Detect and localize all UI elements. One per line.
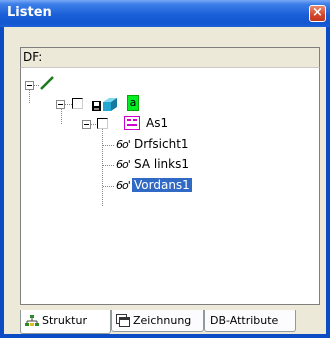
as1-collapse-toggle[interactable] [82,120,91,129]
tab-struktur[interactable]: Struktur [20,310,111,334]
close-button[interactable]: × [309,5,326,22]
tree-connector [29,90,30,104]
window-frame-right [326,27,330,338]
tree-connector [61,109,62,124]
tab-struktur-label: Struktur [42,314,87,327]
level1-collapse-toggle[interactable] [56,100,65,109]
as1-checkbox[interactable] [97,118,108,129]
glasses-icon: 6o' [116,158,131,171]
title-bar[interactable]: Listen × [0,0,330,27]
pen-line-icon [40,76,54,90]
layer-list-icon [124,116,140,130]
structure-icon [25,315,39,326]
listen-window: Listen × DF: a As1 6o' Drfsicht1 6o' SA … [0,0,330,338]
df-label: DF: [23,50,43,64]
window-content: DF: a As1 6o' Drfsicht1 6o' SA links1 6o… [4,27,326,334]
df-header: DF: [20,47,320,67]
tree-connector [65,104,72,105]
close-icon: × [312,5,323,20]
tree-connector [102,129,103,206]
glasses-icon: 6o' [116,138,131,151]
window-title: Listen [7,5,52,20]
tree-connector [103,165,115,166]
tree-item-as1[interactable]: As1 [144,116,170,130]
tree-item-drfsicht1[interactable]: Drfsicht1 [132,137,191,151]
tree-connector [103,145,115,146]
tree-item-vordans1[interactable]: Vordans1 [132,178,192,192]
drawing-window-icon [116,314,130,327]
tab-db-attribute-label: DB-Attribute [210,314,279,327]
root-collapse-toggle[interactable] [25,81,34,90]
tab-db-attribute[interactable]: DB-Attribute [204,310,296,332]
level1-checkbox[interactable] [72,98,83,109]
green-badge: a [127,95,139,111]
tab-strip: Struktur Zeichnung DB-Attribute [20,310,320,334]
window-frame-bottom [0,334,330,338]
save-cube-icon [92,98,117,111]
tree-item-sa-links1[interactable]: SA links1 [132,157,191,171]
tree-connector [103,186,115,187]
glasses-icon: 6o' [116,179,131,192]
tab-zeichnung-label: Zeichnung [133,314,192,327]
tab-zeichnung[interactable]: Zeichnung [111,310,204,332]
structure-tree[interactable]: a As1 6o' Drfsicht1 6o' SA links1 6o' Vo… [20,67,320,305]
